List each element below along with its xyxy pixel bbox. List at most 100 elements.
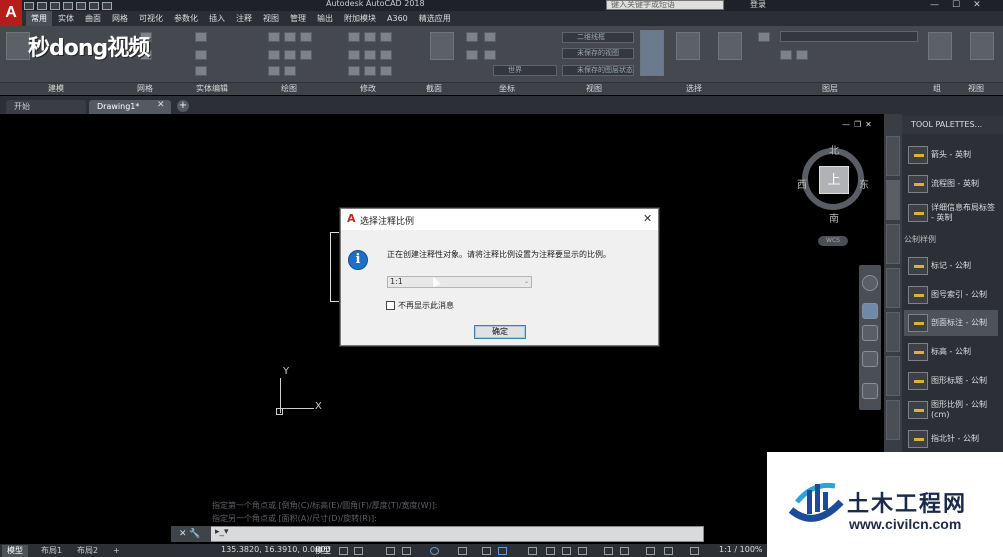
layer-combo[interactable] <box>780 31 918 42</box>
new-tab-button[interactable]: + <box>177 100 189 112</box>
pan-hand-icon[interactable] <box>862 303 878 319</box>
palette-item-tag-metric[interactable]: 标记 - 公制 <box>904 253 998 279</box>
ribbon-group-layers[interactable]: 图层 <box>822 83 838 95</box>
rectangle-icon[interactable] <box>284 50 296 60</box>
palette-item-scale-bar-metric[interactable]: 图形比例 - 公制 (cm) <box>904 397 998 423</box>
maximize-button[interactable]: ☐ <box>952 0 960 10</box>
ribbon-tab-manage[interactable]: 管理 <box>285 11 311 26</box>
snap-icon[interactable] <box>354 547 363 555</box>
ribbon-group-solid-editing[interactable]: 实体编辑 <box>196 83 228 95</box>
ribbon-tab-insert[interactable]: 插入 <box>204 11 230 26</box>
palette-tab-mechanical[interactable] <box>886 268 900 308</box>
annotation-scale-value[interactable]: 1:1 / 100% <box>719 545 763 554</box>
wcs-menu[interactable]: WCS <box>818 236 848 246</box>
osnap-icon[interactable] <box>458 547 467 555</box>
transparency-icon[interactable] <box>546 547 555 555</box>
lineweight-icon[interactable] <box>528 547 537 555</box>
compass-south[interactable]: 南 <box>829 210 839 225</box>
auto-scale-icon[interactable] <box>664 547 673 555</box>
palette-tab-electrical[interactable] <box>886 312 900 352</box>
ribbon-tab-addins[interactable]: 附加模块 <box>339 11 381 26</box>
ucs-world-combo[interactable]: 世界 <box>493 65 557 76</box>
ribbon-group-draw[interactable]: 绘图 <box>281 83 297 95</box>
layer-off-icon[interactable] <box>780 50 792 60</box>
save-icon[interactable] <box>50 1 60 10</box>
named-view-combo[interactable]: 未保存的视图 <box>562 48 634 59</box>
ribbon-group-view-2[interactable]: 视图 <box>968 83 984 95</box>
annotation-visibility-icon[interactable] <box>646 547 655 555</box>
ribbon-group-section[interactable]: 截面 <box>426 83 442 95</box>
command-line-input[interactable] <box>171 526 704 542</box>
gizmo-status-icon[interactable] <box>620 547 629 555</box>
3d-osnap-icon[interactable] <box>578 547 587 555</box>
ucs-3point-icon[interactable] <box>466 50 478 60</box>
grid-icon[interactable] <box>339 547 348 555</box>
model-space-button[interactable]: 模型 <box>315 545 331 556</box>
ribbon-group-selection[interactable]: 选择 <box>686 83 702 95</box>
palette-item-elevation-metric[interactable]: 标高 - 公制 <box>904 339 998 365</box>
layer-state-combo[interactable]: 未保存的图层状态 <box>562 65 634 76</box>
layout-tab-layout2[interactable]: 布局2 <box>72 545 103 557</box>
ellipse-icon[interactable] <box>268 66 280 76</box>
dynamic-ucs-icon[interactable] <box>498 547 507 555</box>
palette-tab-architectural[interactable] <box>886 224 900 264</box>
ribbon-tab-featured-apps[interactable]: 精选应用 <box>414 11 456 26</box>
showmotion-icon[interactable] <box>862 383 878 399</box>
palette-item-callout-metric[interactable]: 图号索引 - 公制 <box>904 282 998 308</box>
dont-show-again-checkbox[interactable] <box>386 301 395 310</box>
extrude-face-icon[interactable] <box>195 32 207 42</box>
orbit-icon[interactable] <box>862 351 878 367</box>
spline-icon[interactable] <box>284 66 296 76</box>
ucs-origin-icon[interactable] <box>484 32 496 42</box>
viewport-minimize-icon[interactable]: — <box>842 120 850 129</box>
compass-east[interactable]: 东 <box>859 176 869 191</box>
ribbon-tab-a360[interactable]: A360 <box>382 11 413 26</box>
steeringwheel-icon[interactable] <box>862 275 878 291</box>
visual-style-combo[interactable]: 二维线框 <box>562 32 634 43</box>
palette-tab-civil[interactable] <box>886 356 900 396</box>
zoom-extents-icon[interactable] <box>862 325 878 341</box>
ribbon-tab-mesh[interactable]: 网格 <box>107 11 133 26</box>
viewport-close-icon[interactable]: ✕ <box>865 120 872 129</box>
ribbon-tab-output[interactable]: 输出 <box>312 11 338 26</box>
palette-item-arrow-imperial[interactable]: 箭头 - 英制 <box>904 142 998 168</box>
circle-icon[interactable] <box>300 32 312 42</box>
ribbon-tab-surface[interactable]: 曲面 <box>80 11 106 26</box>
palette-tab-structural[interactable] <box>886 400 900 440</box>
ribbon-group-groups[interactable]: 组 <box>933 83 941 95</box>
separate-icon[interactable] <box>195 50 207 60</box>
palette-tab-annotation[interactable] <box>886 180 900 220</box>
box-solid-icon[interactable] <box>6 32 30 60</box>
compass-north[interactable]: 北 <box>829 142 839 157</box>
hatch-icon[interactable] <box>300 50 312 60</box>
polyline-icon[interactable] <box>284 32 296 42</box>
rotate-icon[interactable] <box>364 32 376 42</box>
ribbon-group-modeling[interactable]: 建模 <box>48 83 64 95</box>
ribbon-tab-home[interactable]: 常用 <box>26 11 52 26</box>
save-as-icon[interactable] <box>63 1 73 10</box>
shell-icon[interactable] <box>195 66 207 76</box>
ucs-icon[interactable] <box>466 32 478 42</box>
trim-icon[interactable] <box>380 32 392 42</box>
stretch-icon[interactable] <box>348 66 360 76</box>
dont-show-again-label[interactable]: 不再显示此消息 <box>398 300 454 311</box>
base-view-icon[interactable] <box>970 32 994 60</box>
redo-icon[interactable] <box>102 1 112 10</box>
palette-item-north-arrow-metric[interactable]: 指北针 - 公制 <box>904 426 998 452</box>
mirror-icon[interactable] <box>364 50 376 60</box>
copy-icon[interactable] <box>348 50 360 60</box>
dynamic-input-icon[interactable] <box>604 547 613 555</box>
annotation-scale-icon[interactable] <box>690 547 699 555</box>
palette-item-drawing-title-metric[interactable]: 图形标题 - 公制 <box>904 368 998 394</box>
palette-item-flowchart-imperial[interactable]: 流程图 - 英制 <box>904 171 998 197</box>
section-plane-icon[interactable] <box>430 32 454 60</box>
dialog-close-icon[interactable]: ✕ <box>643 212 652 225</box>
compass-west[interactable]: 西 <box>797 176 807 191</box>
undo-icon[interactable] <box>89 1 99 10</box>
palette-item-detail-label-imperial[interactable]: 详细信息布局标签 - 英制 <box>904 200 998 226</box>
ribbon-tab-parametric[interactable]: 参数化 <box>169 11 203 26</box>
scale-icon[interactable] <box>364 66 376 76</box>
command-line-close-customize[interactable]: ✕ 🔧 <box>171 526 211 542</box>
ribbon-tab-solid[interactable]: 实体 <box>53 11 79 26</box>
application-menu-button[interactable]: A <box>0 0 22 26</box>
